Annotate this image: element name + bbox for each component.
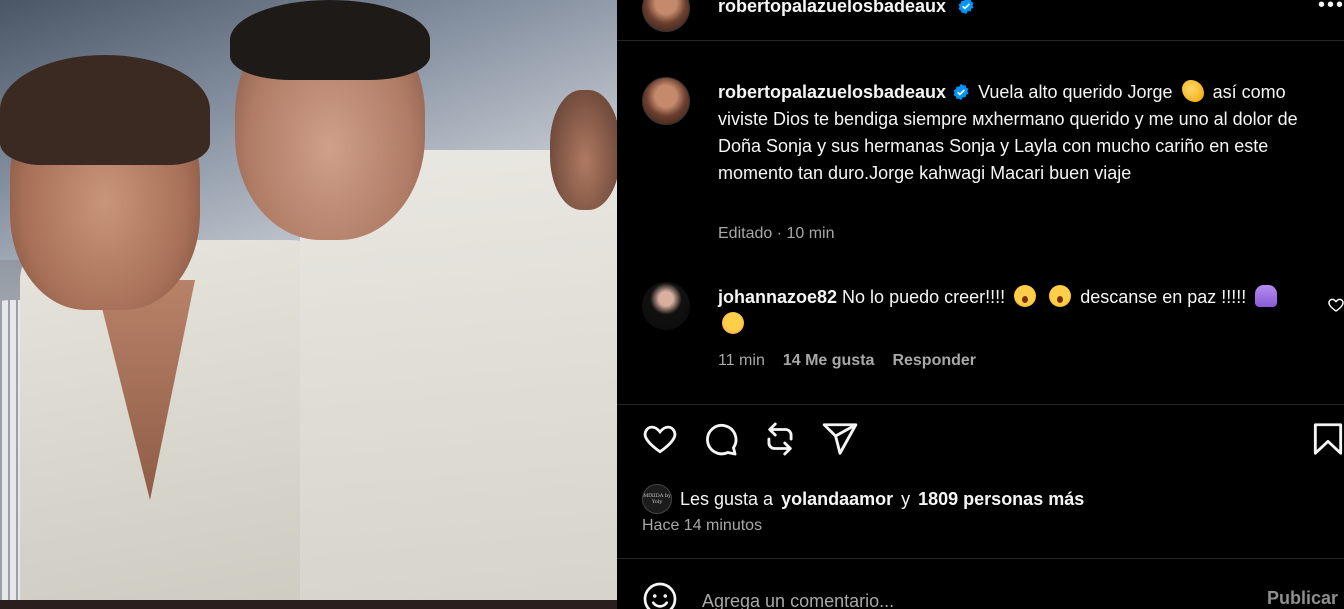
comment-input[interactable] <box>702 586 1242 609</box>
photo-person-3 <box>550 90 617 210</box>
photo-person-2-hair <box>230 0 430 80</box>
header-username-row: robertopalazuelosbadeaux <box>718 0 975 17</box>
post-header <box>642 0 690 32</box>
likes-joiner: y <box>901 488 911 509</box>
liker-avatar[interactable]: MIXIDA by Yoly <box>642 484 672 514</box>
publish-button[interactable]: Publicar <box>1267 588 1338 609</box>
actions-divider <box>617 404 1344 405</box>
comment-text-part-2: descanse en paz !!!!! <box>1080 287 1247 307</box>
liker-username[interactable]: yolandaamor <box>781 489 893 510</box>
comment-meta: 11 min 14 Me gusta Responder <box>718 352 976 370</box>
post-caption: robertopalazuelosbadeaux Vuela alto quer… <box>718 79 1298 187</box>
comment-avatar-wrap <box>642 282 690 330</box>
input-divider <box>617 558 1344 559</box>
photo-person-1-hair <box>0 55 210 165</box>
comment-time: 11 min <box>718 352 765 369</box>
flushed-face-emoji-icon <box>1049 285 1072 307</box>
commenter-avatar[interactable] <box>642 282 690 330</box>
praying-hands-emoji-icon <box>1255 285 1278 307</box>
commenter-username[interactable]: johannazoe82 <box>718 287 837 307</box>
comment: johannazoe82 No lo puedo creer!!!! desca… <box>718 284 1298 338</box>
post-photo[interactable] <box>0 0 617 609</box>
reply-button[interactable]: Responder <box>892 352 976 370</box>
likes-summary: MIXIDA by Yoly Les gusta a yolandaamor y… <box>642 484 1084 514</box>
post-timestamp[interactable]: Hace 14 minutos <box>642 517 762 535</box>
caption-author-avatar[interactable] <box>642 77 690 125</box>
caption-avatar-wrap <box>642 77 690 125</box>
comment-text-part-1: No lo puedo creer!!!! <box>842 287 1006 307</box>
share-icon[interactable] <box>821 420 859 458</box>
flexed-biceps-emoji-icon <box>1181 80 1204 102</box>
comment-like-heart-icon[interactable] <box>1327 296 1344 314</box>
pleading-face-emoji-icon <box>722 312 744 334</box>
author-username[interactable]: robertopalazuelosbadeaux <box>718 0 946 16</box>
caption-username[interactable]: robertopalazuelosbadeaux <box>718 82 946 102</box>
author-avatar[interactable] <box>642 0 690 32</box>
caption-meta: Editado · 10 min <box>718 225 835 242</box>
comment-icon[interactable] <box>701 420 739 458</box>
astonished-face-emoji-icon <box>1014 285 1037 307</box>
likes-prefix: Les gusta a <box>680 488 774 509</box>
comment-likes-link[interactable]: 14 Me gusta <box>783 352 875 370</box>
caption-text-part-1: Vuela alto querido Jorge <box>978 82 1173 102</box>
bookmark-icon[interactable] <box>1309 420 1344 458</box>
verified-badge-icon <box>953 83 969 101</box>
verified-badge-icon <box>958 0 973 15</box>
photo-bottom-strip <box>0 600 617 609</box>
heart-icon[interactable] <box>641 420 679 458</box>
repost-icon[interactable] <box>761 420 799 458</box>
likes-count-link[interactable]: 1809 personas más <box>918 489 1084 510</box>
comment-input-bar: Publicar <box>642 578 1344 609</box>
smiley-icon[interactable] <box>642 581 678 609</box>
header-divider <box>617 40 1344 41</box>
more-options-icon[interactable]: ••• <box>1318 0 1344 17</box>
